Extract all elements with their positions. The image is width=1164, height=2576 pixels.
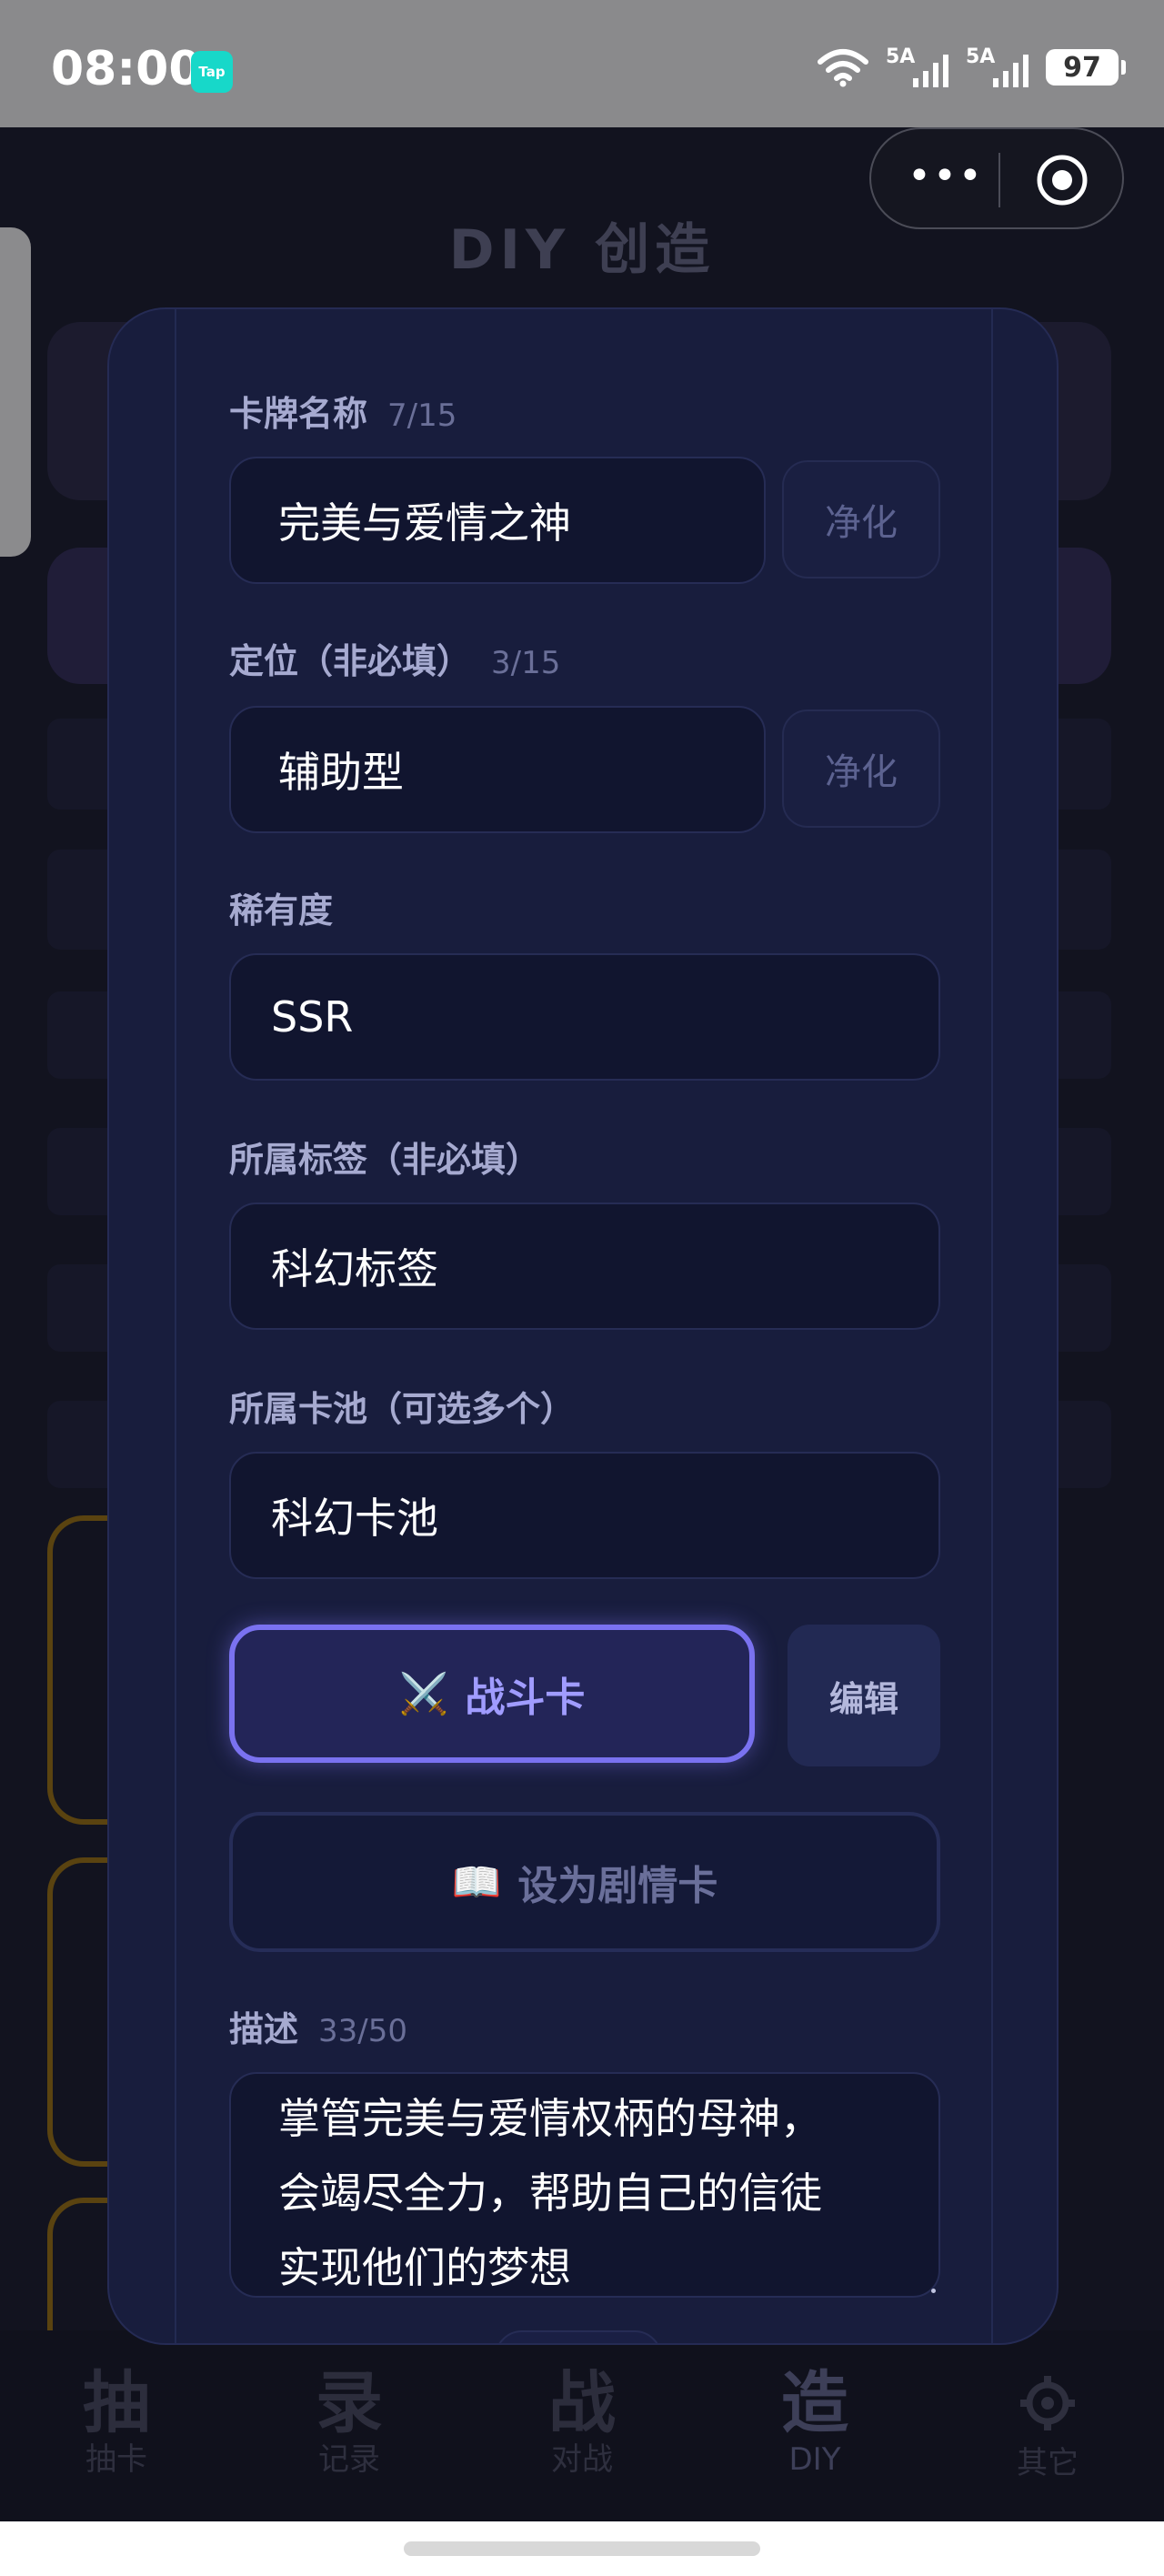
pool-select[interactable]: 科幻卡池: [229, 1452, 940, 1579]
card-edit-modal: ▔▔▔▔ 卡牌名称 7/15 完美与爱情之神 净化 定位（非必填） 3/15 辅助型…: [107, 307, 1059, 2345]
set-story-card-label: 设为剧情卡: [517, 1863, 718, 1909]
cellular-signal-1: 5A: [886, 45, 949, 87]
position-label-text: 定位（非必填）: [229, 641, 472, 681]
position-count: 3/15: [491, 645, 561, 681]
card-name-clean-button[interactable]: 净化: [782, 460, 940, 579]
status-indicators: 5A 5A 97: [817, 45, 1126, 87]
card-name-value: 完美与爱情之神: [278, 498, 571, 548]
clipped-label: ▔▔▔▔: [229, 307, 336, 335]
bottom-nav: 抽 抽卡 录 记录 战 对战 造 DIY 其它: [0, 2330, 1164, 2521]
description-line: 实现他们的梦想: [278, 2243, 571, 2292]
tap-app-icon: Tap: [191, 51, 233, 93]
nav-item-battle[interactable]: 战 对战: [466, 2330, 698, 2521]
nav-item-record[interactable]: 录 记录: [233, 2330, 466, 2521]
rarity-label: 稀有度: [229, 891, 334, 931]
wifi-icon: [818, 49, 868, 87]
position-input[interactable]: 辅助型: [229, 706, 766, 833]
card-name-count: 7/15: [387, 397, 457, 434]
network-type-label: 5A: [886, 45, 916, 68]
home-indicator-area: [0, 2521, 1164, 2576]
position-label: 定位（非必填） 3/15: [229, 633, 560, 683]
network-type-label: 5A: [966, 45, 996, 68]
rarity-select[interactable]: SSR: [229, 953, 940, 1081]
more-icon[interactable]: •••: [908, 156, 984, 196]
nav-item-label: 其它: [1017, 2445, 1079, 2481]
position-clean-button[interactable]: 净化: [782, 709, 940, 828]
nav-item-diy[interactable]: 造 DIY: [698, 2330, 931, 2521]
battery-icon: 97: [1046, 49, 1126, 86]
capsule-divider: [998, 153, 1000, 207]
side-handle[interactable]: [0, 227, 31, 557]
pool-label: 所属卡池（可选多个）: [229, 1389, 576, 1429]
nav-item-glyph: 录: [316, 2364, 383, 2442]
signal-bars-icon: [913, 55, 948, 87]
description-line: 会竭尽全力，帮助自己的信徒: [278, 2168, 822, 2218]
description-count: 33/50: [318, 2013, 407, 2049]
status-bar: 08:00 Tap 5A 5A 97: [0, 0, 1164, 127]
nav-item-glyph: 造: [781, 2364, 848, 2442]
description-line: 掌管完美与爱情权柄的母神，: [278, 2094, 822, 2143]
tag-select[interactable]: 科幻标签: [229, 1202, 940, 1330]
nav-item-other[interactable]: 其它: [931, 2330, 1164, 2521]
textarea-resize-handle[interactable]: [931, 2289, 936, 2293]
battle-card-label: 战斗卡: [465, 1675, 586, 1721]
battle-card-button[interactable]: ⚔️ 战斗卡: [229, 1625, 755, 1763]
description-textarea[interactable]: 掌管完美与爱情权柄的母神， 会竭尽全力，帮助自己的信徒 实现他们的梦想: [229, 2072, 940, 2298]
nav-item-glyph: 战: [548, 2364, 616, 2442]
miniprogram-capsule: •••: [869, 127, 1124, 229]
pool-value: 科幻卡池: [271, 1494, 438, 1543]
home-indicator[interactable]: [404, 2541, 760, 2556]
nav-item-label: 抽卡: [85, 2441, 147, 2478]
nav-item-draw[interactable]: 抽 抽卡: [0, 2330, 233, 2521]
clipped-bottom-button[interactable]: [495, 2330, 662, 2343]
card-name-label-text: 卡牌名称: [229, 394, 368, 434]
nav-item-glyph: 抽: [83, 2364, 150, 2442]
gear-icon: [1020, 2376, 1075, 2430]
nav-item-label: DIY: [788, 2441, 841, 2478]
close-miniprogram-icon[interactable]: [1035, 153, 1089, 207]
tag-value: 科幻标签: [271, 1244, 438, 1293]
card-name-label: 卡牌名称 7/15: [229, 386, 457, 436]
book-icon: 📖: [451, 1859, 502, 1906]
signal-bars-icon: [993, 55, 1029, 87]
set-story-card-button[interactable]: 📖 设为剧情卡: [229, 1812, 940, 1952]
description-label-text: 描述: [229, 2009, 299, 2049]
edit-button[interactable]: 编辑: [788, 1625, 940, 1766]
status-time: 08:00: [51, 42, 202, 96]
tag-label: 所属标签（非必填）: [229, 1140, 541, 1180]
nav-item-label: 记录: [318, 2441, 380, 2478]
position-value: 辅助型: [278, 748, 404, 797]
card-name-input[interactable]: 完美与爱情之神: [229, 457, 766, 584]
crossed-swords-icon: ⚔️: [398, 1671, 449, 1717]
description-label: 描述 33/50: [229, 2001, 407, 2051]
rarity-value: SSR: [271, 992, 354, 1041]
cellular-signal-2: 5A: [966, 45, 1029, 87]
nav-item-label: 对战: [551, 2441, 613, 2478]
